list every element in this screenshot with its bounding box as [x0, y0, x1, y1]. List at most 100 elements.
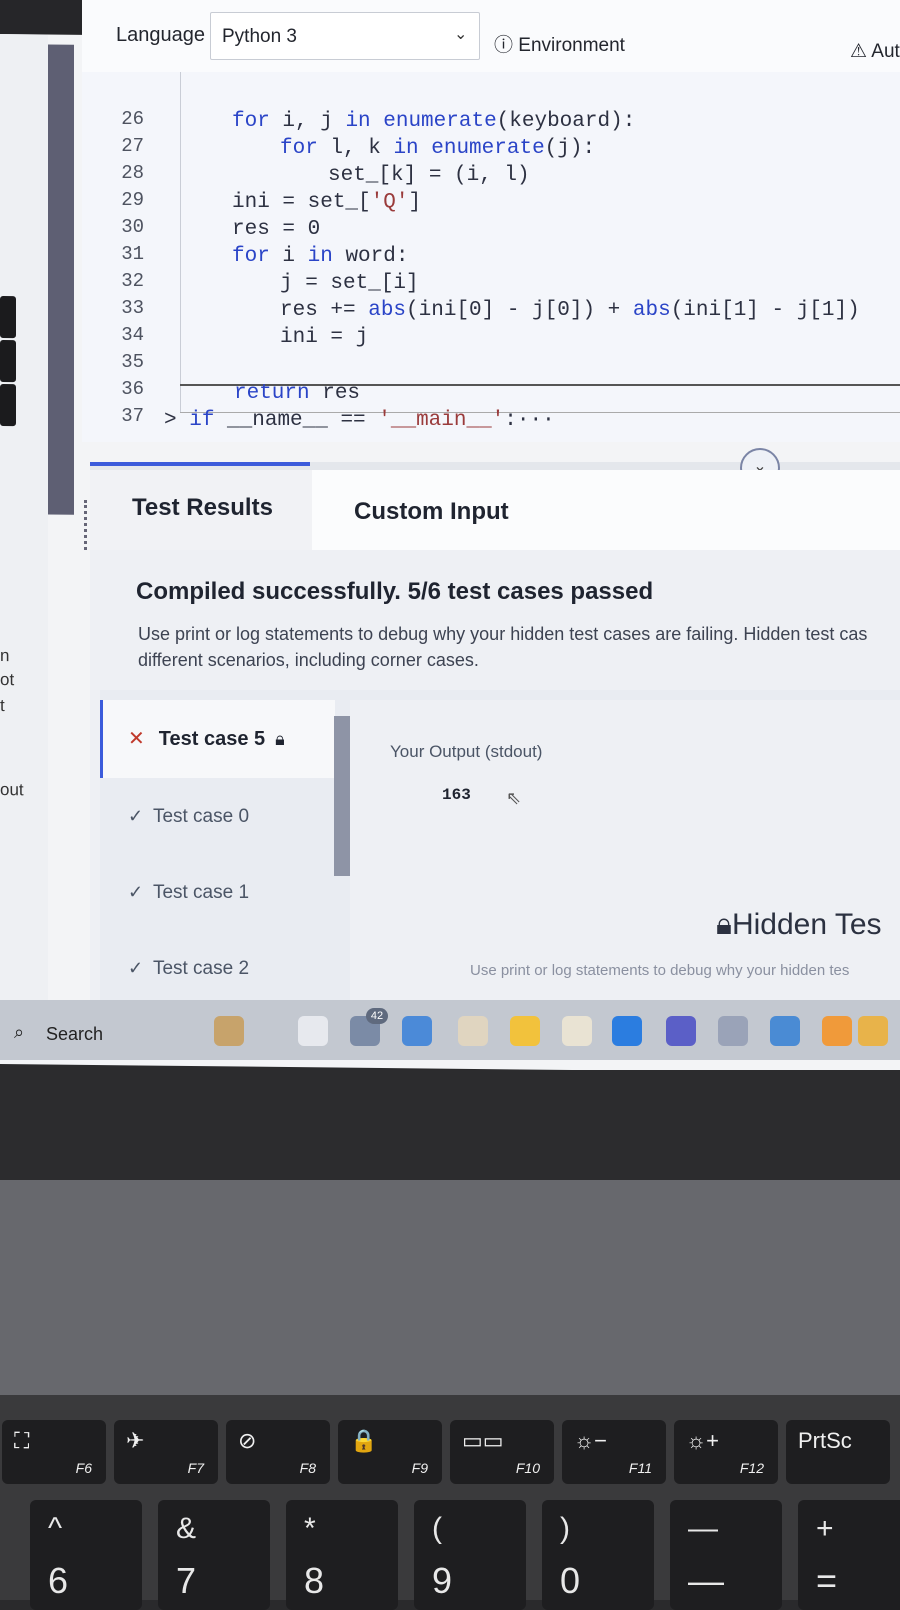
key-symbol: 8	[304, 1560, 325, 1601]
language-value: Python 3	[222, 26, 297, 47]
key-shift-symbol: ^	[48, 1512, 63, 1545]
code-line: ini = j	[280, 326, 369, 349]
test-case-label: Test case 0	[152, 806, 250, 827]
taskbar-app-icon[interactable]	[858, 1016, 888, 1046]
number-key[interactable]: * 8	[286, 1500, 398, 1610]
result-headline: Compiled successfully. 5/6 test cases pa…	[136, 578, 654, 605]
test-case-0[interactable]: ✓ Test case 0	[128, 806, 249, 828]
language-label: Language	[116, 24, 205, 46]
tab-custom-input-label: Custom Input	[354, 498, 509, 525]
number-key[interactable]: ) 0	[542, 1500, 654, 1610]
key-symbol: ☼+	[686, 1428, 720, 1453]
line-number: 28	[121, 162, 144, 184]
warning-icon: ⚠	[850, 41, 868, 62]
number-key[interactable]: + =	[798, 1500, 900, 1610]
test-case-label: Test case 5	[158, 728, 266, 750]
taskbar-app-icon[interactable]	[770, 1016, 800, 1046]
code-line: j = set_[i]	[280, 272, 419, 295]
key-shift-symbol: *	[304, 1512, 316, 1545]
key-label: F12	[739, 1460, 764, 1476]
function-key[interactable]: ☼+ F12	[674, 1420, 778, 1484]
chevron-down-icon: ⌄	[454, 26, 468, 43]
key-symbol: 6	[48, 1560, 69, 1601]
check-circle-icon: ✓	[128, 958, 144, 978]
function-key[interactable]: ☼− F11	[562, 1420, 666, 1484]
function-key[interactable]: 🔒 F9	[338, 1420, 442, 1484]
key-symbol: 0	[560, 1560, 581, 1601]
taskbar	[0, 1000, 900, 1060]
key-label: F11	[628, 1460, 652, 1476]
key-symbol: ⛶	[14, 1428, 30, 1453]
taskbar-app-icon[interactable]	[214, 1016, 244, 1046]
line-number: 26	[121, 108, 144, 130]
taskbar-app-icon[interactable]	[822, 1016, 852, 1046]
active-tab-indicator	[90, 462, 310, 466]
number-key[interactable]: ^ 6	[30, 1500, 142, 1610]
hidden-test-title: 🔒︎Hidden Tes	[716, 908, 882, 941]
mouse-cursor-icon: ⇖	[506, 788, 522, 808]
code-line: > if __name__ == '__main__':···	[164, 409, 555, 432]
result-description: Use print or log statements to debug why…	[138, 624, 868, 644]
line-number: 35	[121, 351, 144, 373]
function-key[interactable]: PrtSc	[786, 1420, 890, 1484]
key-label: F9	[411, 1460, 428, 1476]
taskbar-app-icon[interactable]	[612, 1016, 642, 1046]
left-fragment: out	[0, 780, 24, 800]
taskbar-app-icon[interactable]	[298, 1016, 328, 1046]
key-shift-symbol: (	[432, 1512, 442, 1545]
search-icon[interactable]: ⌕	[14, 1022, 24, 1043]
test-case-5-row[interactable]: ✕ Test case 5 🔒︎	[128, 726, 285, 751]
key-symbol: =	[816, 1560, 838, 1601]
test-case-2[interactable]: ✓ Test case 2	[128, 958, 249, 980]
key-symbol: ✈	[126, 1428, 145, 1453]
key-symbol: 9	[432, 1560, 453, 1601]
key-shift-symbol: )	[560, 1512, 570, 1545]
left-panel-block[interactable]	[0, 296, 16, 339]
left-panel-block[interactable]	[0, 340, 16, 383]
code-line: for i in word:	[232, 245, 409, 268]
key-symbol: ▭▭	[462, 1428, 504, 1453]
key-symbol: 7	[176, 1560, 197, 1601]
output-value: 163	[442, 786, 471, 804]
key-symbol: —	[688, 1560, 724, 1601]
line-number: 27	[121, 135, 144, 157]
taskbar-app-icon[interactable]	[458, 1016, 488, 1046]
function-key[interactable]: ⊘ F8	[226, 1420, 330, 1484]
drag-handle[interactable]	[84, 500, 93, 550]
function-key[interactable]: ▭▭ F10	[450, 1420, 554, 1484]
test-case-1[interactable]: ✓ Test case 1	[128, 882, 249, 904]
test-case-label: Test case 2	[152, 958, 250, 979]
environment-label: Environment	[518, 35, 625, 56]
key-label: F10	[515, 1460, 540, 1476]
aut-link[interactable]: ⚠ Aut	[850, 40, 900, 63]
editor-scrollbar[interactable]	[48, 44, 74, 515]
line-number: 30	[121, 216, 144, 238]
taskbar-app-icon[interactable]	[666, 1016, 696, 1046]
number-key[interactable]: — —	[670, 1500, 782, 1610]
check-circle-icon: ✓	[128, 882, 144, 902]
key-label: F8	[299, 1460, 316, 1476]
gutter-divider	[180, 72, 181, 412]
code-line: ini = set_['Q']	[232, 191, 422, 214]
taskbar-app-icon[interactable]	[510, 1016, 540, 1046]
aut-label: Aut	[871, 41, 900, 62]
number-key[interactable]: (9	[414, 1500, 526, 1610]
left-fragment: ot	[0, 670, 15, 690]
left-fragment: t	[0, 696, 5, 716]
taskbar-app-icon[interactable]	[402, 1016, 432, 1046]
left-panel-block[interactable]	[0, 384, 16, 427]
environment-link[interactable]: ⓘ Environment	[494, 30, 625, 57]
taskbar-search-label[interactable]: Search	[46, 1024, 103, 1045]
taskbar-app-icon[interactable]	[562, 1016, 592, 1046]
key-symbol: ⊘	[238, 1428, 257, 1453]
taskbar-app-icon[interactable]	[718, 1016, 748, 1046]
number-key[interactable]: & 7	[158, 1500, 270, 1610]
cases-scrollbar[interactable]	[334, 716, 350, 876]
key-shift-symbol: —	[688, 1512, 718, 1545]
fail-icon: ✕	[128, 728, 145, 750]
left-panel-strip: n ot t out	[0, 34, 48, 1055]
code-line: return res	[234, 382, 361, 405]
lock-icon: 🔒︎	[716, 908, 732, 941]
function-key[interactable]: ✈ F7	[114, 1420, 218, 1484]
function-key[interactable]: ⛶ F6	[2, 1420, 106, 1484]
